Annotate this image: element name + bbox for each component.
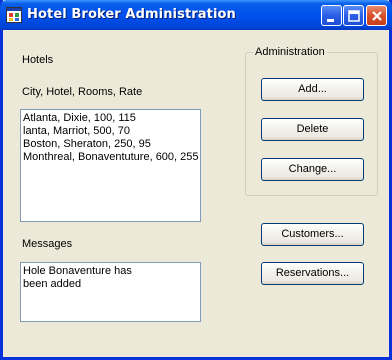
maximize-icon [348,10,360,22]
hotels-columns-label: City, Hotel, Rooms, Rate [22,86,143,98]
hotels-listbox[interactable]: Atlanta, Dixie, 100, 115 lanta, Marriot,… [20,109,201,222]
list-item[interactable]: Atlanta, Dixie, 100, 115 [23,112,198,125]
app-window-icon[interactable] [6,7,22,23]
hotels-heading: Hotels [22,54,54,66]
window-title: Hotel Broker Administration [27,7,236,22]
title-bar[interactable]: Hotel Broker Administration [0,0,392,30]
close-icon [372,11,382,21]
minimize-icon [327,19,334,22]
list-item[interactable]: Boston, Sheraton, 250, 95 [23,138,198,151]
add-button[interactable]: Add... [261,78,364,101]
list-item[interactable]: Monthreal, Bonaventuture, 600, 255 [23,151,199,164]
list-item[interactable]: lanta, Marriot, 500, 70 [23,125,198,138]
administration-group-label: Administration [253,46,327,58]
close-button[interactable] [366,5,387,26]
change-button[interactable]: Change... [261,158,364,181]
customers-button[interactable]: Customers... [261,223,364,246]
reservations-button[interactable]: Reservations... [261,262,364,285]
delete-button[interactable]: Delete [261,118,364,141]
messages-heading: Messages [22,238,73,250]
main-window: Hotel Broker Administration Hotels City,… [0,0,392,360]
minimize-button[interactable] [321,5,342,26]
maximize-button[interactable] [343,5,364,26]
messages-textbox[interactable]: Hole Bonaventure has been added [20,262,201,322]
message-text: Hole Bonaventure has been added [23,265,132,290]
